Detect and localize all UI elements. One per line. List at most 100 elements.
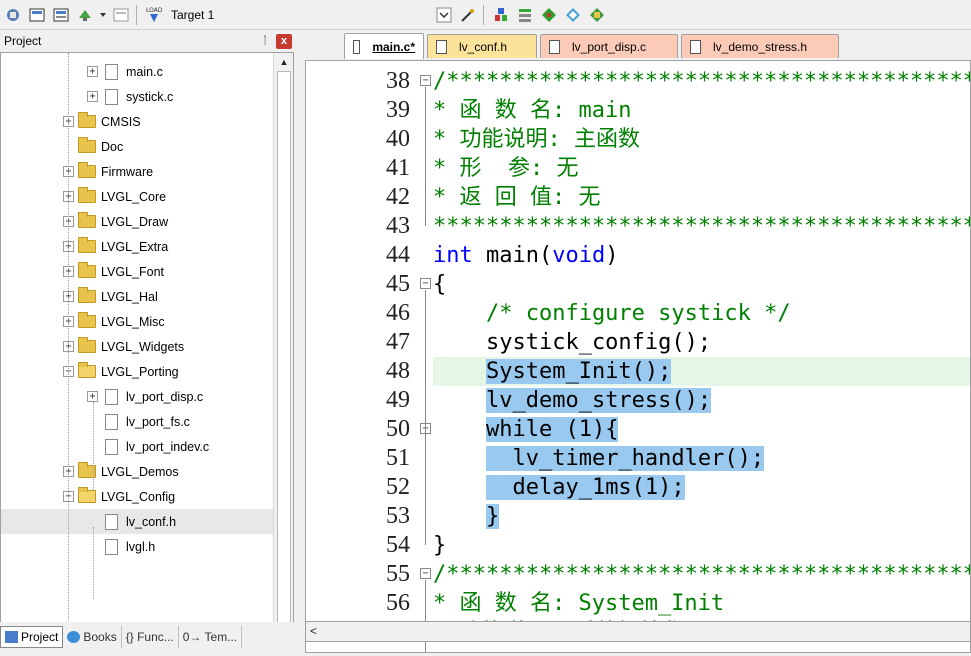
code-line[interactable]: 48 System_Init(); <box>306 357 970 386</box>
rebuild-icon[interactable] <box>50 4 72 26</box>
editor-tab[interactable]: lv_demo_stress.h <box>681 34 839 58</box>
bottom-tab-label: {} Func... <box>125 630 174 644</box>
code-line[interactable]: 51 lv_timer_handler(); <box>306 444 970 473</box>
code-line[interactable]: 52 delay_1ms(1); <box>306 473 970 502</box>
tree-vertical-scrollbar[interactable]: ▲ <box>273 53 293 627</box>
event-recorder-icon[interactable] <box>562 4 584 26</box>
tree-item-label: LVGL_Porting <box>101 364 179 379</box>
line-number: 43 <box>386 213 410 239</box>
tree-folder[interactable]: + LVGL_Widgets <box>1 334 273 359</box>
code-line[interactable]: 43 **************************************… <box>306 212 970 241</box>
select-packs-icon[interactable] <box>514 4 536 26</box>
target-select[interactable]: Target 1 <box>171 8 291 22</box>
line-number: 41 <box>386 155 410 181</box>
code-line[interactable]: 54} <box>306 531 970 560</box>
project-panel-header-buttons: ᛙ x <box>258 33 292 49</box>
fold-toggle-icon[interactable]: − <box>420 278 431 289</box>
tree-file[interactable]: + main.c <box>1 59 273 84</box>
tree-file[interactable]: lv_conf.h <box>1 509 273 534</box>
line-number: 54 <box>386 532 410 558</box>
file-icon <box>105 63 118 80</box>
tree-item-label: lv_port_disp.c <box>126 389 204 404</box>
project-panel-title: Project <box>4 34 42 48</box>
code-line[interactable]: 53 } <box>306 502 970 531</box>
tree-folder[interactable]: + CMSIS <box>1 109 273 134</box>
ide-icon[interactable] <box>586 4 608 26</box>
comment-token: * 函 数 名: System_Init <box>433 591 725 616</box>
tree-folder[interactable]: + LVGL_Demos <box>1 459 273 484</box>
fold-toggle-icon[interactable]: − <box>420 75 431 86</box>
code-line[interactable]: 46 /* configure systick */ <box>306 299 970 328</box>
bottom-tab-project[interactable]: Project <box>0 626 64 648</box>
project-panel: Project ᛙ x + main.c + systick.c + CMSIS Doc + F… <box>0 30 296 656</box>
build-all-icon[interactable] <box>2 4 24 26</box>
code-line[interactable]: 38−/************************************… <box>306 67 970 96</box>
code-line[interactable]: 41 * 形 参: 无 <box>306 154 970 183</box>
tree-folder[interactable]: − LVGL_Porting <box>1 359 273 384</box>
options-dropdown-icon[interactable] <box>433 4 455 26</box>
editor-tab[interactable]: main.c* <box>344 33 424 59</box>
tree-folder[interactable]: + Firmware <box>1 159 273 184</box>
scroll-left-icon[interactable]: < <box>310 624 317 638</box>
tree-folder[interactable]: + LVGL_Draw <box>1 209 273 234</box>
editor-horizontal-scrollbar[interactable]: < <box>305 621 971 642</box>
file-icon <box>353 39 361 54</box>
expand-toggle-icon[interactable]: + <box>87 66 98 77</box>
folder-icon <box>78 137 96 153</box>
pack-installer-icon[interactable] <box>538 4 560 26</box>
folder-icon <box>78 287 96 303</box>
editor-tab[interactable]: lv_port_disp.c <box>540 34 678 58</box>
project-tree-view[interactable]: + main.c + systick.c + CMSIS Doc + Firmware + LVGL… <box>0 52 294 628</box>
tree-file[interactable]: + lv_port_disp.c <box>1 384 273 409</box>
editor-tab[interactable]: lv_conf.h <box>427 34 537 58</box>
load-icon[interactable]: LOAD <box>143 4 165 26</box>
tree-folder[interactable]: Doc <box>1 134 273 159</box>
code-editor[interactable]: 38−/************************************… <box>305 60 971 653</box>
translate-icon[interactable] <box>74 4 96 26</box>
bottom-tab-label: Project <box>21 630 59 644</box>
code-line[interactable]: 47 systick_config(); <box>306 328 970 357</box>
tree-file[interactable]: lvgl.h <box>1 534 273 559</box>
code-line[interactable]: 39 * 函 数 名: main <box>306 96 970 125</box>
tree-file[interactable]: lv_port_indev.c <box>1 434 273 459</box>
tree-file[interactable]: + systick.c <box>1 84 273 109</box>
bottom-tab-functions[interactable]: {} Func... <box>122 626 179 648</box>
stop-build-icon[interactable] <box>110 4 132 26</box>
code-line[interactable]: 45−{ <box>306 270 970 299</box>
code-line[interactable]: 44 int main(void) <box>306 241 970 270</box>
tree-item-label: LVGL_Misc <box>101 314 165 329</box>
expand-toggle-icon[interactable]: + <box>87 91 98 102</box>
comment-token: * 形 参: 无 <box>433 156 579 181</box>
code-line[interactable]: 40 * 功能说明: 主函数 <box>306 125 970 154</box>
project-icon <box>5 631 18 643</box>
code-line[interactable]: 55−/************************************… <box>306 560 970 589</box>
pin-icon[interactable]: ᛙ <box>258 35 272 47</box>
scrollbar-thumb[interactable] <box>277 71 291 627</box>
tree-folder[interactable]: + LVGL_Hal <box>1 284 273 309</box>
tree-folder[interactable]: + LVGL_Core <box>1 184 273 209</box>
code-line[interactable]: 56 * 函 数 名: System_Init <box>306 589 970 618</box>
tree-file[interactable]: lv_port_fs.c <box>1 409 273 434</box>
code-line[interactable]: 42 * 返 回 值: 无 <box>306 183 970 212</box>
code-line[interactable]: 50− while (1){ <box>306 415 970 444</box>
code-text: /* configure systick */ <box>433 299 791 328</box>
tree-folder[interactable]: + LVGL_Extra <box>1 234 273 259</box>
code-text: * 功能说明: 主函数 <box>433 125 640 154</box>
code-text: * 返 回 值: 无 <box>433 183 600 212</box>
code-line[interactable]: 49 lv_demo_stress(); <box>306 386 970 415</box>
chevron-down-icon[interactable] <box>98 4 108 26</box>
tree-folder[interactable]: + LVGL_Font <box>1 259 273 284</box>
expand-toggle-icon[interactable]: + <box>87 391 98 402</box>
batch-build-icon[interactable] <box>26 4 48 26</box>
fold-toggle-icon[interactable]: − <box>420 568 431 579</box>
close-icon[interactable]: x <box>276 33 292 49</box>
bottom-tab-templates[interactable]: 0→ Tem... <box>179 626 243 648</box>
manage-components-icon[interactable] <box>490 4 512 26</box>
tree-folder[interactable]: + LVGL_Misc <box>1 309 273 334</box>
magic-wand-icon[interactable] <box>457 4 479 26</box>
scroll-up-icon[interactable]: ▲ <box>277 55 291 69</box>
bottom-tab-books[interactable]: Books <box>63 626 122 648</box>
tree-folder[interactable]: − LVGL_Config <box>1 484 273 509</box>
selected-code: System_Init(); <box>485 359 672 384</box>
